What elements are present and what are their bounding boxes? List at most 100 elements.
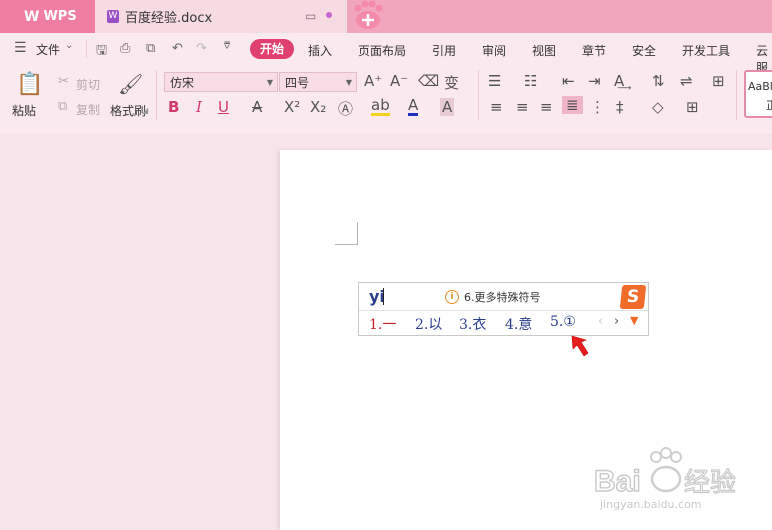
wps-app-tab[interactable]: W WPS xyxy=(0,0,95,33)
justify-icon[interactable]: ≣ xyxy=(562,96,583,114)
distributed-align-icon[interactable]: ⋮ xyxy=(590,98,605,116)
format-painter-button[interactable]: 格式刷 xyxy=(110,102,146,119)
increase-indent-icon[interactable]: ⇥ xyxy=(588,72,601,90)
superscript-icon[interactable]: X² xyxy=(284,98,300,116)
info-icon: i xyxy=(445,290,459,304)
ime-special-symbols-tip[interactable]: i 6. 更多特殊符号 xyxy=(445,289,541,305)
font-size-select[interactable]: 四号 ▼ xyxy=(279,72,357,92)
strikethrough-icon[interactable]: A xyxy=(252,98,262,116)
red-pointer-arrow-icon xyxy=(571,335,589,357)
monitor-icon[interactable]: ▭ xyxy=(305,9,316,23)
copy-button[interactable]: 复制 xyxy=(76,101,100,118)
margin-corner-mark xyxy=(335,222,358,245)
format-painter-icon[interactable]: 🖌 xyxy=(118,72,143,96)
ime-candidate-1[interactable]: 1.一 xyxy=(369,314,396,334)
tab-security[interactable]: 安全 xyxy=(632,42,656,59)
watermark-url: jingyan.baidu.com xyxy=(600,498,702,511)
font-family-value: 仿宋 xyxy=(170,76,195,90)
underline-icon[interactable]: U xyxy=(218,98,229,116)
italic-icon[interactable]: I xyxy=(196,98,202,116)
file-menu-button[interactable]: 文件 xyxy=(36,41,60,58)
ime-composition-row: yi i 6. 更多特殊符号 S xyxy=(359,283,648,311)
align-right-icon[interactable]: ≡ xyxy=(540,98,553,116)
chevron-down-icon: ▼ xyxy=(266,78,273,87)
paste-icon[interactable]: 📋 xyxy=(16,72,43,97)
watermark-brand: Bai xyxy=(594,465,641,498)
tab-view[interactable]: 视图 xyxy=(532,42,556,59)
highlight-icon[interactable]: ab xyxy=(371,98,390,116)
hamburger-menu-icon[interactable]: ☰ xyxy=(14,40,27,56)
divider xyxy=(86,40,87,58)
paste-button[interactable]: 粘贴 xyxy=(12,102,36,119)
sort-icon[interactable]: ⇅ xyxy=(652,72,665,90)
chevron-down-icon: ▼ xyxy=(345,78,352,87)
word-doc-icon: W xyxy=(107,10,119,23)
scissors-icon[interactable]: ✂ xyxy=(58,74,69,89)
ime-prev-page-icon[interactable]: ‹ xyxy=(598,314,603,329)
align-left-icon[interactable]: ≡ xyxy=(490,98,503,116)
tab-review[interactable]: 审阅 xyxy=(482,42,506,59)
divider xyxy=(736,70,737,120)
ime-candidate-2[interactable]: 2.以 xyxy=(415,314,442,334)
line-spacing-icon[interactable]: ⇌ xyxy=(680,72,693,90)
document-tab[interactable]: W 百度经验.docx ▭ xyxy=(95,0,347,33)
text-direction-icon[interactable]: A͢ xyxy=(614,72,624,90)
pinyin-guide-icon[interactable]: 变 xyxy=(444,72,459,93)
numbered-list-icon[interactable]: ☷ xyxy=(524,72,537,90)
print-icon[interactable]: ⎙ xyxy=(120,41,130,56)
ime-candidate-3[interactable]: 3.衣 xyxy=(459,314,486,334)
tab-section[interactable]: 章节 xyxy=(582,42,606,59)
watermark-brand-cn: 经验 xyxy=(684,468,736,498)
save-icon[interactable]: 🖫 xyxy=(96,41,107,63)
divider xyxy=(156,70,157,120)
paragraph-spacing-icon[interactable]: ‡ xyxy=(616,98,624,116)
ime-candidate-4[interactable]: 4.意 xyxy=(505,314,532,334)
borders-icon[interactable]: ⊞ xyxy=(686,98,699,116)
tab-page-layout[interactable]: 页面布局 xyxy=(358,42,406,59)
table-grid-icon[interactable]: ⊞ xyxy=(712,72,725,90)
style-preview: AaBl xyxy=(748,80,772,93)
shading-fill-icon[interactable]: ◇ xyxy=(652,98,664,116)
cut-button[interactable]: 剪切 xyxy=(76,76,100,93)
bold-icon[interactable]: B xyxy=(168,98,179,116)
ime-candidate-5[interactable]: 5.① xyxy=(550,314,576,330)
font-color-icon[interactable]: A xyxy=(408,98,419,116)
align-center-icon[interactable]: ≡ xyxy=(516,98,529,116)
text-effect-icon[interactable]: Ⓐ xyxy=(338,98,353,119)
divider xyxy=(478,70,479,120)
copy-icon[interactable]: ⧉ xyxy=(58,99,67,114)
wps-logo-icon: W xyxy=(24,8,40,25)
unsaved-dot-icon xyxy=(326,12,332,18)
ime-expand-chevron-icon[interactable]: ▼ xyxy=(630,314,638,327)
quick-access-dropdown-icon[interactable]: ⩢ xyxy=(224,41,230,52)
subscript-icon[interactable]: X₂ xyxy=(310,98,326,116)
decrease-indent-icon[interactable]: ⇤ xyxy=(562,72,575,90)
ime-tip-number: 6. xyxy=(464,290,475,304)
print-preview-icon[interactable]: ⧉ xyxy=(146,41,155,56)
tab-references[interactable]: 引用 xyxy=(432,42,456,59)
tab-developer[interactable]: 开发工具 xyxy=(682,42,730,59)
undo-icon[interactable]: ↶ xyxy=(172,41,183,56)
char-shading-icon[interactable]: A xyxy=(440,98,455,116)
tab-insert[interactable]: 插入 xyxy=(308,42,332,59)
shrink-font-icon[interactable]: A⁻ xyxy=(390,72,408,90)
style-gallery-normal[interactable]: AaBl 正 xyxy=(744,70,772,118)
ime-caret xyxy=(383,288,384,305)
style-label: 正 xyxy=(766,99,772,112)
redo-icon[interactable]: ↷ xyxy=(196,41,207,56)
tab-home[interactable]: 开始 xyxy=(250,39,294,59)
font-family-select[interactable]: 仿宋 ▼ xyxy=(164,72,278,92)
ime-next-page-icon[interactable]: › xyxy=(614,314,619,329)
bullet-list-icon[interactable]: ☰ xyxy=(488,72,501,90)
font-size-value: 四号 xyxy=(285,76,310,90)
app-tab-label: WPS xyxy=(43,9,77,24)
ime-tip-text: 更多特殊符号 xyxy=(474,291,541,304)
clear-format-icon[interactable]: ⌫ xyxy=(418,72,439,90)
ime-candidate-window: yi i 6. 更多特殊符号 S 1.一 2.以 3.衣 4.意 5.① ‹ ›… xyxy=(358,282,649,336)
clipboard-launcher-icon[interactable]: ◢ xyxy=(142,106,148,115)
chevron-down-icon[interactable]: ⌄ xyxy=(65,40,73,51)
document-tab-label: 百度经验.docx xyxy=(125,11,213,26)
grow-font-icon[interactable]: A⁺ xyxy=(364,72,382,90)
sogou-logo-icon[interactable]: S xyxy=(619,285,647,309)
new-tab-paw-icon[interactable] xyxy=(352,0,384,30)
